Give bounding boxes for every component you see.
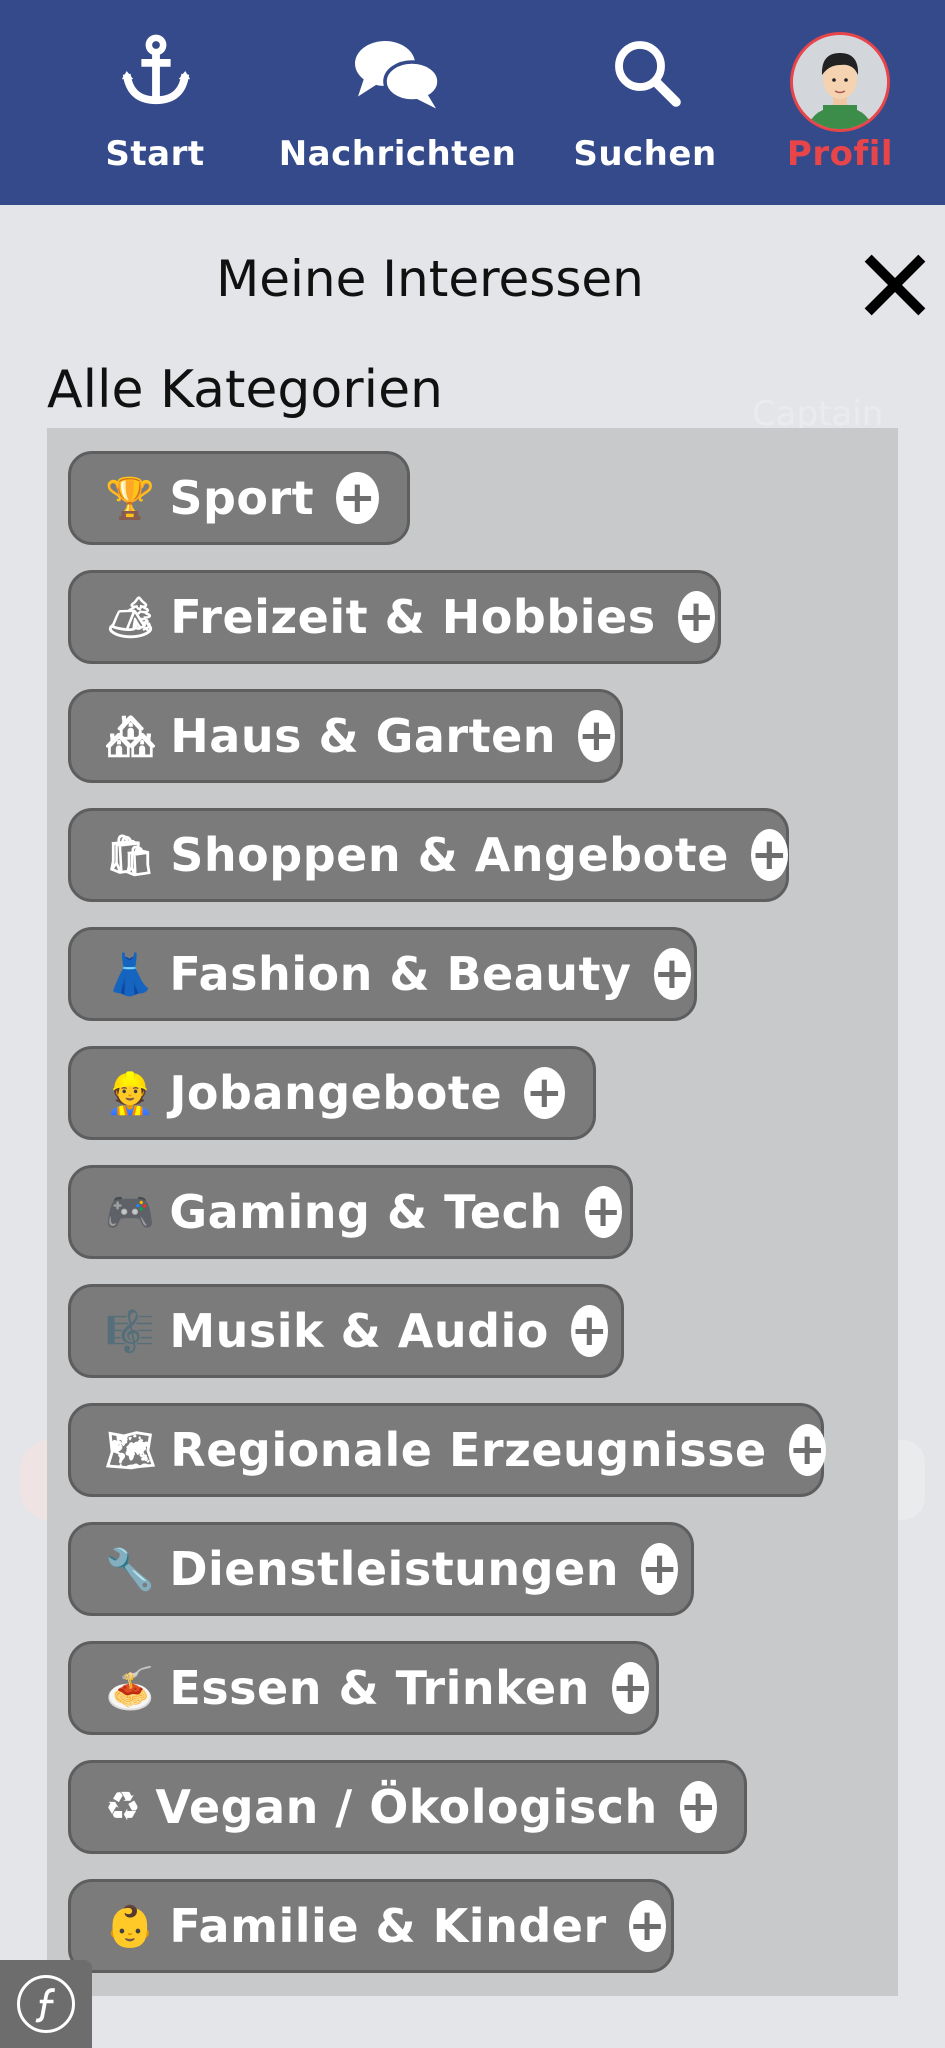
category-chip-haus[interactable]: 🏘 Haus & Garten + xyxy=(68,689,623,783)
category-chip-sport[interactable]: 🏆 Sport + xyxy=(68,451,410,545)
add-icon: + xyxy=(578,710,616,762)
add-icon: + xyxy=(788,1424,827,1476)
add-icon: + xyxy=(750,829,789,881)
baby-icon: 👶 xyxy=(105,1903,156,1950)
chat-bubbles-icon xyxy=(355,41,441,109)
world-map-icon: 🗺 xyxy=(105,1427,157,1474)
nav-profile-label: Profil xyxy=(786,134,894,174)
nav-profile[interactable]: Profil xyxy=(780,0,900,205)
category-chip-musik[interactable]: 🎼 Musik & Audio + xyxy=(68,1284,624,1378)
nav-start-label: Start xyxy=(105,134,205,174)
symfony-logo-icon xyxy=(17,1975,75,2033)
category-label: Freizeit & Hobbies xyxy=(170,590,656,644)
category-chip-freizeit[interactable]: 🏕 Freizeit & Hobbies + xyxy=(68,570,721,664)
category-chip-regionale[interactable]: 🗺 Regionale Erzeugnisse + xyxy=(68,1403,827,1497)
category-label: Essen & Trinken xyxy=(169,1661,590,1715)
nav-messages-label: Nachrichten xyxy=(278,134,517,174)
add-icon: + xyxy=(641,1543,679,1595)
anchor-icon xyxy=(121,34,191,105)
shopping-bags-icon: 🛍 xyxy=(105,832,157,879)
add-icon: + xyxy=(653,948,691,1000)
category-chip-dienstleistungen[interactable]: 🔧 Dienstleistungen + xyxy=(68,1522,694,1616)
category-label: Shoppen & Angebote xyxy=(170,828,729,882)
debug-toolbar-toggle[interactable] xyxy=(0,1960,92,2048)
category-label: Dienstleistungen xyxy=(169,1542,620,1596)
add-icon: + xyxy=(524,1067,565,1119)
category-label: Vegan / Ökologisch xyxy=(155,1780,658,1834)
category-label: Jobangebote xyxy=(169,1066,503,1120)
nav-start[interactable]: Start xyxy=(95,0,215,205)
add-icon: + xyxy=(628,1900,667,1952)
treble-clef-icon: 🎼 xyxy=(105,1308,156,1355)
category-label: Musik & Audio xyxy=(169,1304,549,1358)
category-label: Regionale Erzeugnisse xyxy=(170,1423,767,1477)
nav-messages[interactable]: Nachrichten xyxy=(279,0,516,205)
nav-search-label: Suchen xyxy=(573,134,717,174)
add-icon: + xyxy=(336,472,379,524)
add-icon: + xyxy=(679,1781,718,1833)
add-icon: + xyxy=(611,1662,650,1714)
recycle-icon: ♻ xyxy=(105,1784,142,1830)
game-controller-icon: 🎮 xyxy=(105,1189,156,1236)
add-icon: + xyxy=(570,1305,609,1357)
close-icon xyxy=(864,254,926,316)
category-chip-jobangebote[interactable]: 👷 Jobangebote + xyxy=(68,1046,596,1140)
category-chip-familie[interactable]: 👶 Familie & Kinder + xyxy=(68,1879,674,1973)
top-navigation: Start Nachrichten Suchen Profil xyxy=(0,0,945,205)
search-icon xyxy=(615,41,681,107)
add-icon: + xyxy=(584,1186,622,1238)
category-chip-shoppen[interactable]: 🛍 Shoppen & Angebote + xyxy=(68,808,789,902)
category-label: Fashion & Beauty xyxy=(169,947,632,1001)
category-label: Gaming & Tech xyxy=(169,1185,563,1239)
nav-search[interactable]: Suchen xyxy=(573,0,716,205)
category-label: Haus & Garten xyxy=(170,709,557,763)
category-chip-fashion[interactable]: 👗 Fashion & Beauty + xyxy=(68,927,697,1021)
avatar xyxy=(790,32,890,132)
category-label: Familie & Kinder xyxy=(169,1899,607,1953)
camping-icon: 🏕 xyxy=(105,594,157,641)
category-chip-essen[interactable]: 🍝 Essen & Trinken + xyxy=(68,1641,659,1735)
wrench-icon: 🔧 xyxy=(105,1546,156,1593)
dress-icon: 👗 xyxy=(105,951,156,998)
houses-icon: 🏘 xyxy=(105,713,157,760)
trophy-icon: 🏆 xyxy=(105,475,156,522)
modal-title: Meine Interessen xyxy=(216,250,644,308)
category-chip-vegan[interactable]: ♻ Vegan / Ökologisch + xyxy=(68,1760,747,1854)
category-label: Sport xyxy=(169,471,315,525)
construction-worker-icon: 👷 xyxy=(105,1070,156,1117)
section-title: Alle Kategorien xyxy=(47,360,444,420)
spaghetti-icon: 🍝 xyxy=(105,1665,156,1712)
close-button[interactable] xyxy=(860,250,930,320)
category-chip-gaming[interactable]: 🎮 Gaming & Tech + xyxy=(68,1165,633,1259)
add-icon: + xyxy=(677,591,715,643)
